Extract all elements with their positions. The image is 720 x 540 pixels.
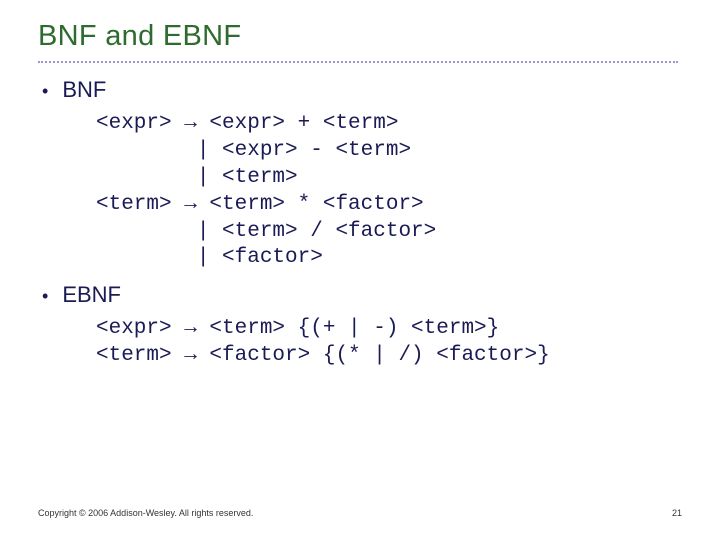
bullet-label: BNF — [62, 77, 106, 103]
footer: Copyright © 2006 Addison-Wesley. All rig… — [38, 508, 682, 518]
page-title: BNF and EBNF — [38, 20, 682, 53]
bullet-label: EBNF — [62, 282, 121, 308]
code-block-bnf: <expr> → <expr> + <term> | <expr> - <ter… — [96, 111, 682, 272]
bullet-item-bnf: • BNF — [42, 77, 682, 103]
page-number: 21 — [672, 508, 682, 518]
slide: BNF and EBNF • BNF <expr> → <expr> + <te… — [0, 0, 720, 540]
code-block-ebnf: <expr> → <term> {(+ | -) <term>} <term> … — [96, 316, 682, 370]
bullet-list: • BNF <expr> → <expr> + <term> | <expr> … — [38, 77, 682, 370]
bullet-dot-icon: • — [42, 80, 48, 102]
bullet-dot-icon: • — [42, 285, 48, 307]
copyright-text: Copyright © 2006 Addison-Wesley. All rig… — [38, 508, 253, 518]
bullet-item-ebnf: • EBNF — [42, 282, 682, 308]
divider — [38, 61, 678, 63]
